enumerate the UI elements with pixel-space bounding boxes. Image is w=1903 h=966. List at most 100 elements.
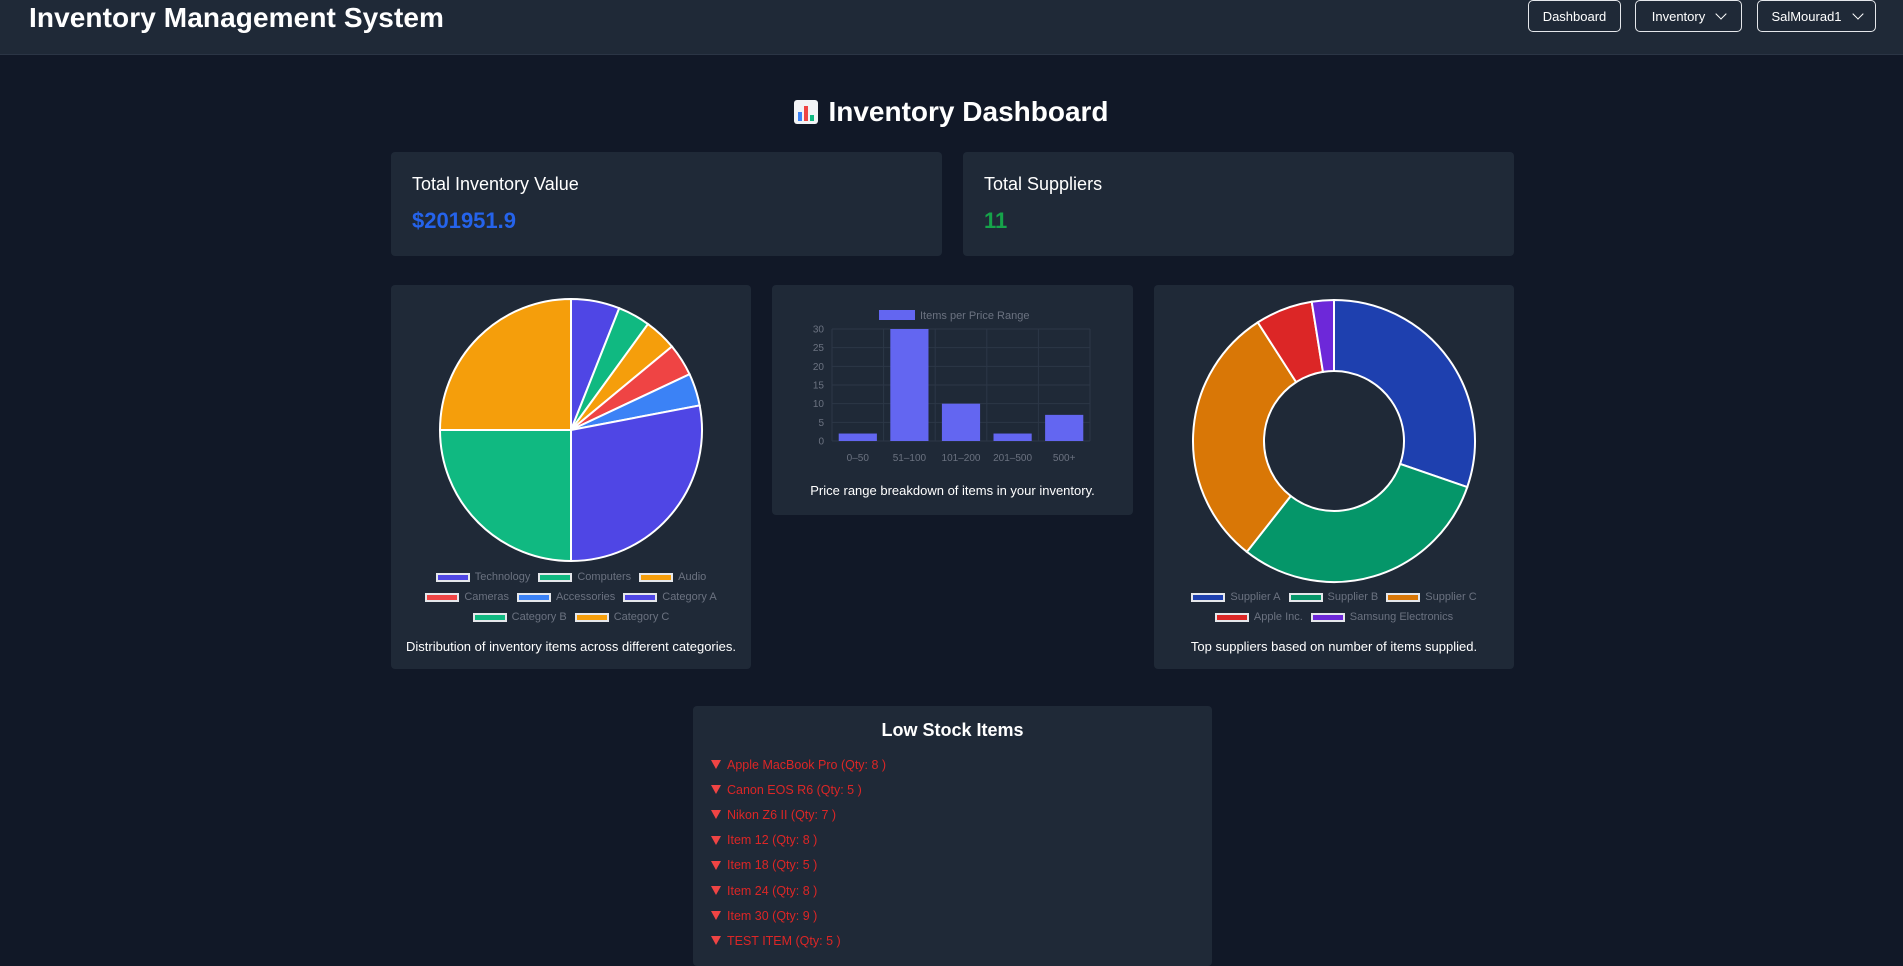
warning-triangle-icon	[711, 810, 721, 820]
top-suppliers-card: Supplier A Supplier B Supplier C Apple Inc.…	[1154, 285, 1514, 669]
legend-swatch	[1310, 612, 1345, 622]
legend-swatch	[574, 612, 609, 622]
suppliers-doughnut-chart	[1192, 298, 1476, 583]
bar	[890, 329, 929, 441]
x-tick-label: 51–100	[893, 453, 927, 464]
warning-triangle-icon	[711, 835, 721, 845]
x-tick-label: 0–50	[847, 453, 870, 464]
low-stock-item-label: Item 24 (Qty: 8 )	[727, 883, 818, 898]
legend-item[interactable]: Supplier C	[1386, 591, 1477, 603]
top-navbar: Inventory Management System Dashboard In…	[0, 0, 1903, 55]
warning-triangle-icon	[711, 886, 721, 896]
bar	[941, 403, 981, 441]
low-stock-item: Item 30 (Qty: 9 )	[711, 903, 886, 928]
legend-swatch	[1288, 592, 1323, 602]
bar	[1045, 414, 1084, 441]
low-stock-item-label: TEST ITEM (Qty: 5 )	[727, 933, 841, 948]
x-tick-label: 201–500	[993, 453, 1032, 464]
bar-chart-icon	[794, 100, 819, 124]
category-distribution-card: Technology Computers Audio Cameras Accessori…	[391, 285, 751, 669]
legend-swatch	[435, 572, 470, 582]
dashboard-nav-button[interactable]: Dashboard	[1528, 0, 1621, 32]
legend-swatch	[623, 592, 658, 602]
category-chart-caption: Distribution of inventory items across d…	[406, 639, 736, 654]
legend-label: Supplier B	[1327, 591, 1379, 603]
legend-item[interactable]: Samsung Electronics	[1310, 611, 1454, 623]
slice-category-a	[570, 404, 703, 563]
legend-swatch	[1214, 612, 1249, 622]
low-stock-item: Nikon Z6 II (Qty: 7 )	[711, 802, 886, 827]
chevron-down-icon	[1851, 8, 1864, 20]
legend-swatch	[1191, 592, 1226, 602]
legend-label: Supplier A	[1230, 591, 1281, 603]
suppliers-chart-caption: Top suppliers based on number of items s…	[1190, 639, 1478, 654]
inventory-dropdown-button[interactable]: Inventory	[1635, 0, 1742, 32]
legend-label: Accessories	[555, 591, 616, 603]
legend-item[interactable]: Category A	[623, 591, 717, 603]
total-inventory-value-card: Total Inventory Value $201951.9	[391, 152, 942, 256]
y-tick-label: 20	[813, 362, 825, 373]
low-stock-item-label: Canon EOS R6 (Qty: 5 )	[727, 782, 862, 797]
low-stock-item-label: Item 12 (Qty: 8 )	[727, 833, 818, 848]
legend-item[interactable]: Accessories	[516, 591, 616, 603]
category-legend: Technology Computers Audio Cameras Accessori…	[391, 567, 751, 627]
legend-item[interactable]: Audio	[639, 571, 706, 583]
bar	[838, 433, 877, 441]
legend-item[interactable]: Technology	[435, 571, 531, 583]
low-stock-item-label: Apple MacBook Pro (Qty: 8 )	[727, 757, 887, 772]
low-stock-item: Canon EOS R6 (Qty: 5 )	[711, 777, 886, 802]
legend-label: Apple Inc.	[1253, 611, 1303, 623]
legend-label: Cameras	[464, 591, 509, 603]
warning-triangle-icon	[711, 911, 721, 921]
low-stock-item: TEST ITEM (Qty: 5 )	[711, 928, 886, 953]
low-stock-title: Low Stock Items	[881, 720, 1024, 740]
low-stock-card: Low Stock Items Apple MacBook Pro (Qty: …	[693, 706, 1212, 966]
legend-item[interactable]: Supplier A	[1191, 591, 1281, 603]
slice-category-b	[438, 429, 572, 563]
legend-swatch	[879, 310, 915, 320]
legend-item[interactable]: Cameras	[425, 591, 509, 603]
y-tick-label: 15	[813, 381, 825, 392]
legend-label: Samsung Electronics	[1349, 611, 1454, 623]
legend-swatch	[639, 572, 674, 582]
legend-item[interactable]: Supplier B	[1288, 591, 1379, 603]
warning-triangle-icon	[711, 760, 721, 770]
total-inventory-value: $201951.9	[412, 208, 516, 233]
total-inventory-value-label: Total Inventory Value	[412, 174, 579, 194]
legend-swatch	[538, 572, 573, 582]
legend-item[interactable]: Category B	[472, 611, 567, 623]
warning-triangle-icon	[711, 936, 721, 946]
legend-label: Audio	[678, 571, 707, 583]
user-menu-button[interactable]: SalMourad1	[1757, 0, 1876, 32]
low-stock-item-label: Item 18 (Qty: 5 )	[727, 858, 818, 873]
legend-item[interactable]: Category C	[574, 611, 670, 623]
slice-supplier-b	[1245, 462, 1469, 583]
legend-label: Category A	[662, 591, 717, 603]
y-tick-label: 10	[813, 399, 825, 410]
price-range-chart-caption: Price range breakdown of items in your i…	[810, 483, 1095, 498]
low-stock-item-label: Item 30 (Qty: 9 )	[727, 908, 818, 923]
low-stock-item: Item 18 (Qty: 5 )	[711, 853, 886, 878]
suppliers-legend: Supplier A Supplier B Supplier C Apple Inc.…	[1154, 587, 1514, 627]
total-suppliers-card: Total Suppliers 11	[963, 152, 1514, 256]
low-stock-item: Apple MacBook Pro (Qty: 8 )	[711, 752, 886, 777]
price-range-bar-chart: Items per Price Range 0 5 10 15 20 25 30 0–50 51–…	[813, 310, 1091, 464]
x-tick-label: 101–200	[942, 453, 981, 464]
page-title-text: Inventory Dashboard	[828, 96, 1109, 127]
legend-label: Category C	[613, 611, 670, 623]
chevron-down-icon	[1715, 8, 1727, 20]
category-pie-chart	[438, 297, 703, 563]
low-stock-list: Apple MacBook Pro (Qty: 8 ) Canon EOS R6 …	[711, 752, 886, 954]
page-title: Inventory Dashboard	[0, 96, 1903, 128]
legend-label: Technology	[474, 571, 531, 583]
bar-legend-label: Items per Price Range	[920, 310, 1029, 322]
x-tick-label: 500+	[1053, 453, 1076, 464]
legend-item[interactable]: Computers	[538, 571, 631, 583]
y-tick-label: 0	[818, 437, 824, 448]
legend-item[interactable]: Apple Inc.	[1214, 611, 1303, 623]
y-tick-label: 25	[813, 343, 825, 354]
bar	[993, 433, 1032, 441]
slice-category-c	[438, 297, 572, 431]
total-suppliers-label: Total Suppliers	[984, 174, 1103, 194]
total-suppliers-value: 11	[984, 208, 1008, 233]
